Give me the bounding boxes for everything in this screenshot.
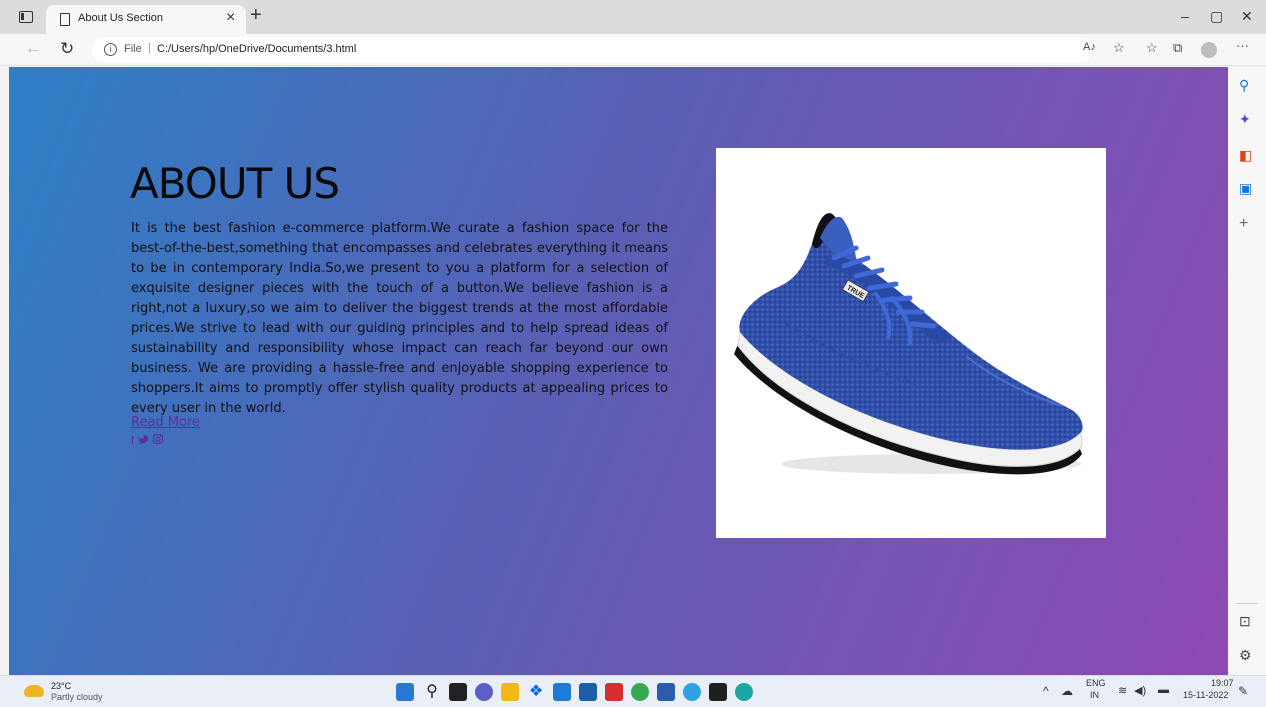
profile-avatar[interactable] bbox=[1201, 42, 1217, 58]
title-bar: About Us Section × + – ▢ ✕ bbox=[0, 0, 1266, 34]
url-text[interactable]: C:/Users/hp/OneDrive/Documents/3.html bbox=[157, 43, 356, 55]
refresh-icon[interactable]: ↻ bbox=[60, 39, 74, 59]
search-icon[interactable]: ⚲ bbox=[423, 683, 441, 701]
twitter-icon[interactable] bbox=[138, 435, 152, 447]
close-tab-icon[interactable]: × bbox=[226, 9, 235, 27]
weather-text[interactable]: Partly cloudy bbox=[51, 692, 103, 702]
hide-sidebar-icon[interactable]: ⊡ bbox=[1239, 613, 1251, 630]
settings-icon[interactable]: ⚙ bbox=[1239, 647, 1252, 664]
chrome-icon[interactable] bbox=[631, 683, 649, 701]
search-icon[interactable]: ⚲ bbox=[1239, 77, 1249, 94]
taskbar: 23°C Partly cloudy ⚲ ❖ ^ ☁ ENG IN ≋ ◀) ▬… bbox=[0, 675, 1266, 707]
clock-date[interactable]: 15-11-2022 bbox=[1183, 690, 1228, 700]
tab-title: About Us Section bbox=[78, 12, 163, 24]
page-icon bbox=[60, 13, 70, 26]
add-icon[interactable]: + bbox=[1239, 215, 1248, 233]
page-title: ABOUT US bbox=[130, 159, 340, 208]
notifications-icon[interactable]: ✎ bbox=[1238, 684, 1248, 698]
wps-office-icon[interactable] bbox=[605, 683, 623, 701]
sidebar-divider bbox=[1236, 603, 1258, 604]
back-icon[interactable]: ← bbox=[25, 40, 41, 58]
sneaker-image: TRUE bbox=[734, 212, 1083, 475]
edge-icon[interactable] bbox=[735, 683, 753, 701]
info-icon[interactable]: i bbox=[104, 43, 117, 56]
about-paragraph: It is the best fashion e-commerce platfo… bbox=[131, 221, 668, 416]
collections-icon[interactable]: ⧉ bbox=[1173, 40, 1182, 56]
mail-icon[interactable] bbox=[579, 683, 597, 701]
product-image: TRUE bbox=[716, 148, 1106, 538]
chat-icon[interactable] bbox=[475, 683, 493, 701]
battery-icon[interactable]: ▬ bbox=[1158, 684, 1169, 696]
more-icon[interactable]: ··· bbox=[1236, 38, 1249, 53]
social-links: f bbox=[131, 434, 164, 447]
start-icon[interactable] bbox=[396, 683, 414, 701]
file-explorer-icon[interactable] bbox=[501, 683, 519, 701]
figma-icon[interactable] bbox=[709, 683, 727, 701]
browser-tab[interactable]: About Us Section × bbox=[46, 5, 246, 34]
favorites-icon[interactable]: ☆ bbox=[1146, 40, 1158, 56]
temperature[interactable]: 23°C bbox=[51, 681, 71, 691]
onedrive-icon[interactable]: ☁ bbox=[1061, 684, 1073, 698]
tab-actions-icon[interactable] bbox=[19, 11, 33, 23]
dropbox-icon[interactable]: ❖ bbox=[527, 683, 545, 701]
office-icon[interactable]: ◧ bbox=[1239, 147, 1252, 164]
new-tab-icon[interactable]: + bbox=[250, 5, 262, 25]
close-window-icon[interactable]: ✕ bbox=[1241, 8, 1253, 25]
read-more-link[interactable]: Read More bbox=[131, 415, 200, 430]
telegram-icon[interactable] bbox=[683, 683, 701, 701]
outlook-icon[interactable]: ▣ bbox=[1239, 180, 1252, 197]
store-app-icon[interactable] bbox=[553, 683, 571, 701]
volume-icon[interactable]: ◀) bbox=[1134, 684, 1146, 697]
edge-sidebar: ⚲ ✦ ◧ ▣ + ⊡ ⚙ bbox=[1228, 67, 1266, 675]
clock-time[interactable]: 19:07 bbox=[1211, 678, 1234, 688]
chevron-up-icon[interactable]: ^ bbox=[1043, 684, 1049, 698]
word-icon[interactable] bbox=[657, 683, 675, 701]
weather-icon[interactable] bbox=[24, 685, 44, 697]
url-scheme: File bbox=[124, 43, 142, 55]
favorite-add-icon[interactable]: ☆ bbox=[1113, 40, 1125, 56]
instagram-icon[interactable] bbox=[153, 434, 164, 447]
about-section: ABOUT US It is the best fashion e-commer… bbox=[9, 67, 1228, 675]
read-aloud-icon[interactable]: A♪ bbox=[1083, 41, 1096, 53]
address-row: ← ↻ i File | C:/Users/hp/OneDrive/Docume… bbox=[0, 34, 1266, 66]
minimize-icon[interactable]: – bbox=[1181, 8, 1189, 24]
address-bar[interactable]: i File | C:/Users/hp/OneDrive/Documents/… bbox=[92, 37, 1092, 62]
copilot-icon[interactable]: ✦ bbox=[1239, 111, 1251, 128]
wifi-icon[interactable]: ≋ bbox=[1118, 684, 1127, 697]
lang-bottom[interactable]: IN bbox=[1090, 690, 1099, 700]
task-view-icon[interactable] bbox=[449, 683, 467, 701]
lang-top[interactable]: ENG bbox=[1086, 678, 1106, 688]
facebook-icon[interactable]: f bbox=[131, 435, 134, 447]
restore-icon[interactable]: ▢ bbox=[1210, 8, 1223, 25]
url-separator: | bbox=[148, 42, 151, 54]
